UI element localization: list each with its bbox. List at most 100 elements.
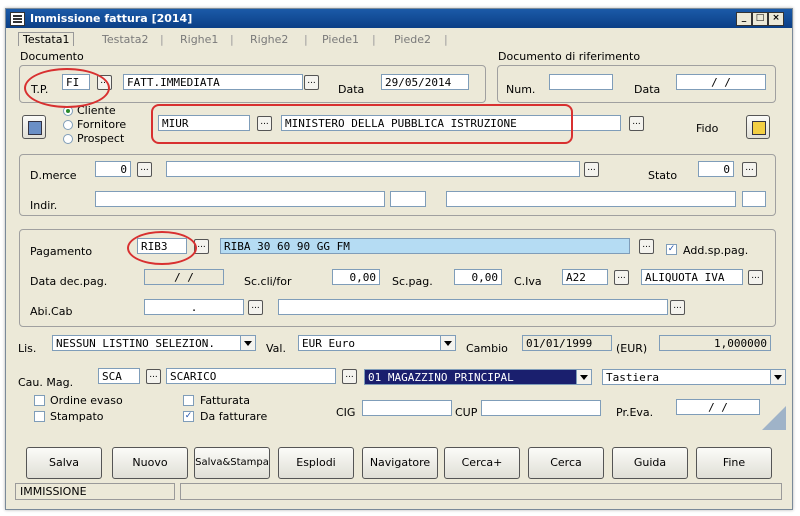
chevron-down-icon[interactable] xyxy=(240,336,255,350)
chevron-down-icon[interactable] xyxy=(770,370,785,384)
ordine-evaso-checkbox[interactable] xyxy=(34,395,45,406)
customer-lookup-button[interactable]: ... xyxy=(257,116,272,131)
payment-lookup-button[interactable]: ... xyxy=(194,239,209,254)
new-button[interactable]: Nuovo xyxy=(112,447,188,479)
bank-desc-lookup-button[interactable]: ... xyxy=(670,300,685,315)
data-dec-field[interactable]: / / xyxy=(144,269,224,285)
customer-code-field[interactable]: MIUR xyxy=(158,115,250,131)
explode-button[interactable]: Esplodi xyxy=(278,447,354,479)
radio-fornitore-label: Fornitore xyxy=(77,118,127,131)
input-mode-value: Tastiera xyxy=(606,371,659,384)
customer-name-lookup-button[interactable]: ... xyxy=(629,116,644,131)
data-label: Data xyxy=(338,83,365,96)
radio-cliente[interactable] xyxy=(63,106,73,116)
navigator-button[interactable]: Navigatore xyxy=(362,447,438,479)
reference-date-field[interactable]: / / xyxy=(676,74,766,90)
credit-icon xyxy=(752,121,766,135)
tab-testata2[interactable]: Testata2 xyxy=(102,33,148,46)
tp-description: FATT.IMMEDIATA xyxy=(123,74,303,90)
help-button[interactable]: Guida xyxy=(612,447,688,479)
tp-label: T.P. xyxy=(31,83,49,96)
maximize-button[interactable]: □ xyxy=(752,12,768,26)
preva-date-field[interactable]: / / xyxy=(676,399,760,415)
city-field[interactable] xyxy=(446,191,736,207)
cig-field[interactable] xyxy=(362,400,452,416)
tab-righe1[interactable]: Righe1 xyxy=(180,33,218,46)
abicab-lookup-button[interactable]: ... xyxy=(248,300,263,315)
da-fatturare-checkbox[interactable]: ✓ xyxy=(183,411,194,422)
minimize-button[interactable]: _ xyxy=(736,12,752,26)
stampato-checkbox[interactable] xyxy=(34,411,45,422)
radio-fornitore[interactable] xyxy=(63,120,73,130)
stato-lookup-button[interactable]: ... xyxy=(742,162,757,177)
save-print-button[interactable]: Salva&Stampa xyxy=(194,447,270,479)
tab-piede1[interactable]: Piede1 xyxy=(322,33,359,46)
sc-pag-field[interactable]: 0,00 xyxy=(454,269,502,285)
warehouse-value: 01 MAGAZZINO PRINCIPAL xyxy=(368,371,514,384)
close-button[interactable]: × xyxy=(768,12,784,26)
warehouse-select[interactable]: 01 MAGAZZINO PRINCIPAL xyxy=(364,369,592,385)
civa-code-field[interactable]: A22 xyxy=(562,269,608,285)
documento-group-label: Documento xyxy=(20,50,84,63)
indir-label: Indir. xyxy=(30,199,58,212)
payment-desc-lookup-button[interactable]: ... xyxy=(639,239,654,254)
cau-mag-description: SCARICO xyxy=(166,368,336,384)
currency-value: EUR Euro xyxy=(302,337,355,350)
ordine-evaso-label: Ordine evaso xyxy=(50,394,123,407)
tab-piede2[interactable]: Piede2 xyxy=(394,33,431,46)
cau-mag-desc-lookup-button[interactable]: ... xyxy=(342,369,357,384)
document-date-field[interactable]: 29/05/2014 xyxy=(381,74,469,90)
reference-number-field[interactable] xyxy=(549,74,613,90)
customer-card-button[interactable] xyxy=(22,115,46,139)
input-mode-select[interactable]: Tastiera xyxy=(602,369,786,385)
exit-button[interactable]: Fine xyxy=(696,447,772,479)
radio-prospect[interactable] xyxy=(63,134,73,144)
val-label: Val. xyxy=(266,342,286,355)
stato-field[interactable]: 0 xyxy=(698,161,734,177)
stato-label: Stato xyxy=(648,169,678,182)
civa-lookup-button[interactable]: ... xyxy=(614,270,629,285)
fido-button[interactable] xyxy=(746,115,770,139)
dmerce-lookup-button[interactable]: ... xyxy=(137,162,152,177)
cau-mag-code-field[interactable]: SCA xyxy=(98,368,140,384)
address-field[interactable] xyxy=(95,191,385,207)
tab-testata1[interactable]: Testata1 xyxy=(18,32,75,46)
civa-description: ALIQUOTA IVA xyxy=(641,269,743,285)
title-bar: Immissione fattura [2014] _ □ × xyxy=(6,9,792,28)
add-sp-pag-checkbox[interactable]: ✓ xyxy=(666,244,677,255)
status-mode: IMMISSIONE xyxy=(15,483,175,500)
search-plus-button[interactable]: Cerca+ xyxy=(444,447,520,479)
province-field[interactable] xyxy=(742,191,766,207)
payment-code-field[interactable]: RIB3 xyxy=(137,238,187,254)
price-list-select[interactable]: NESSUN LISTINO SELEZION. xyxy=(52,335,256,351)
civa-desc-lookup-button[interactable]: ... xyxy=(748,270,763,285)
price-list-value: NESSUN LISTINO SELEZION. xyxy=(56,337,215,350)
ref-data-label: Data xyxy=(634,83,661,96)
address-extra-field[interactable] xyxy=(390,191,426,207)
cup-field[interactable] xyxy=(481,400,601,416)
cau-mag-lookup-button[interactable]: ... xyxy=(146,369,161,384)
civa-label: C.Iva xyxy=(514,275,542,288)
num-label: Num. xyxy=(506,83,536,96)
tp-desc-lookup-button[interactable]: ... xyxy=(304,75,319,90)
dmerce-field[interactable]: 0 xyxy=(95,161,131,177)
da-fatturare-label: Da fatturare xyxy=(200,410,268,423)
tp-lookup-button[interactable]: ... xyxy=(97,75,112,90)
resize-corner-icon xyxy=(762,406,786,430)
save-button[interactable]: Salva xyxy=(26,447,102,479)
tab-righe2[interactable]: Righe2 xyxy=(250,33,288,46)
search-button[interactable]: Cerca xyxy=(528,447,604,479)
cau-mag-label: Cau. Mag. xyxy=(18,376,74,389)
app-icon xyxy=(10,12,25,26)
cambio-label: Cambio xyxy=(466,342,508,355)
currency-select[interactable]: EUR Euro xyxy=(298,335,456,351)
fatturata-checkbox[interactable] xyxy=(183,395,194,406)
abicab-field[interactable]: . xyxy=(144,299,244,315)
dmerce-desc-lookup-button[interactable]: ... xyxy=(584,162,599,177)
sc-cli-field[interactable]: 0,00 xyxy=(332,269,380,285)
tp-field[interactable]: FI xyxy=(62,74,90,90)
abicab-label: Abi.Cab xyxy=(30,305,73,318)
chevron-down-icon[interactable] xyxy=(440,336,455,350)
chevron-down-icon[interactable] xyxy=(576,370,591,384)
dmerce-label: D.merce xyxy=(30,169,77,182)
